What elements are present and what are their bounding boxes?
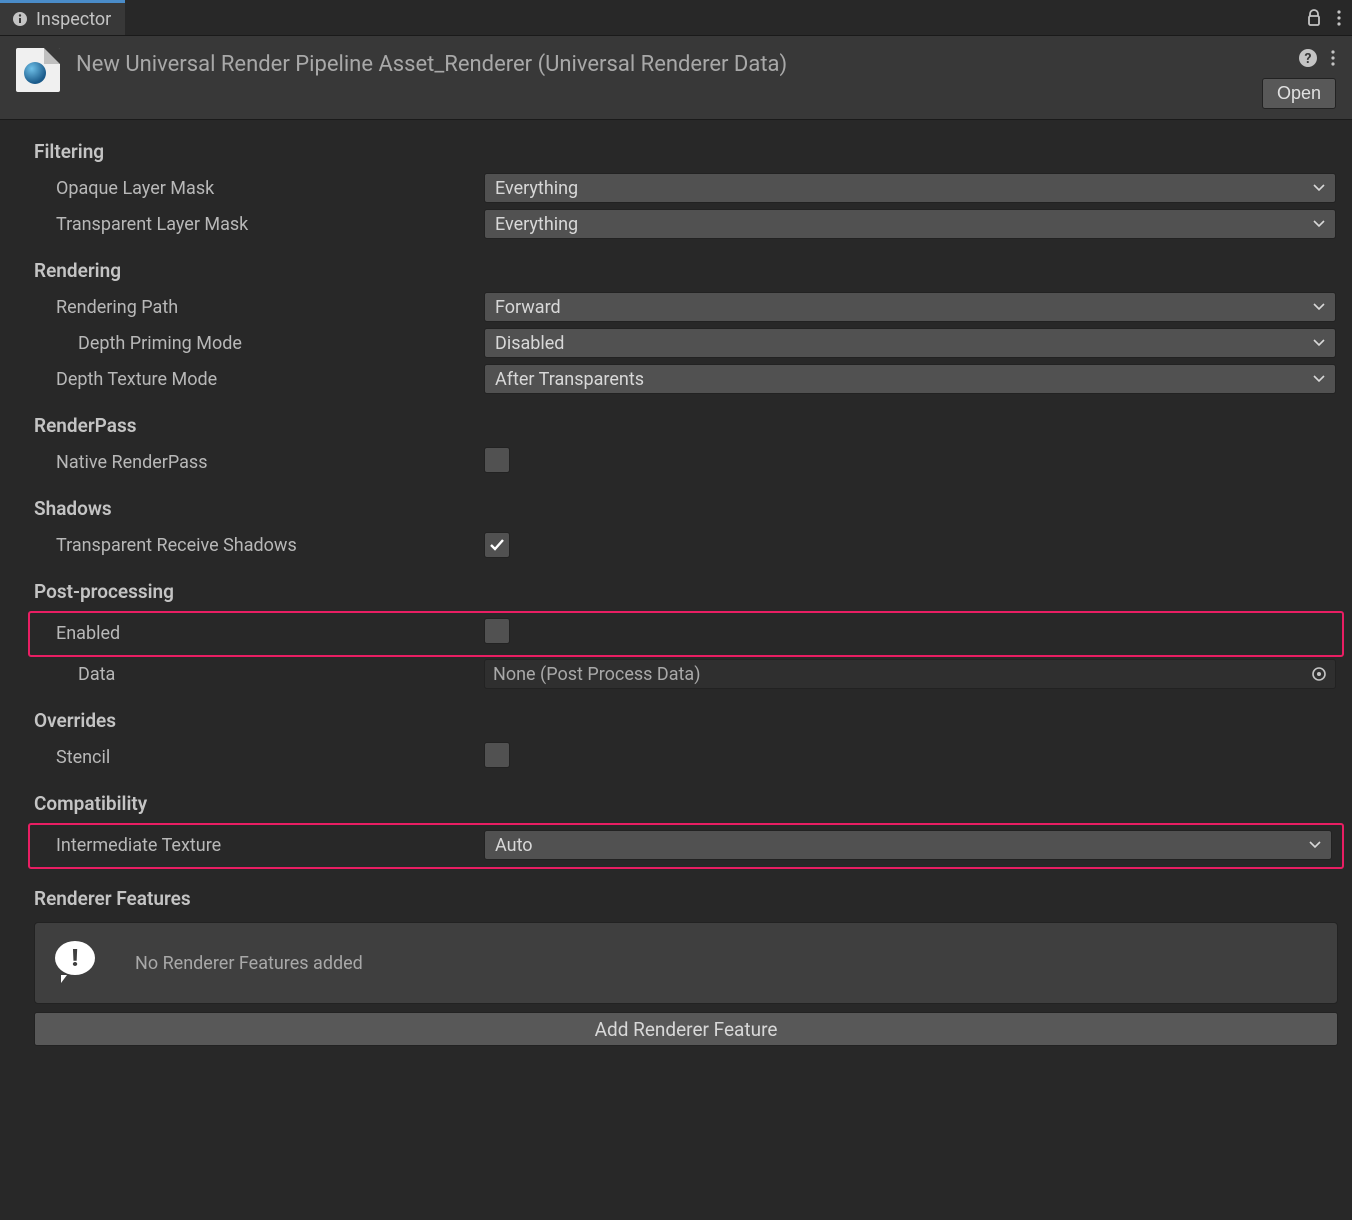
kebab-icon[interactable] — [1330, 49, 1336, 67]
label-rendering-path: Rendering Path — [34, 297, 484, 318]
tab-label: Inspector — [36, 9, 111, 30]
highlight-intermediate-texture: Intermediate Texture Auto — [28, 823, 1344, 869]
dropdown-value: Forward — [495, 297, 561, 318]
asset-header: New Universal Render Pipeline Asset_Rend… — [0, 36, 1352, 119]
objectfield-value: None (Post Process Data) — [493, 664, 700, 685]
info-icon — [12, 11, 28, 27]
section-post-processing: Post-processing — [34, 580, 1342, 603]
dropdown-opaque-layer-mask[interactable]: Everything — [484, 173, 1336, 203]
chevron-down-icon — [1313, 184, 1325, 192]
add-renderer-feature-button[interactable]: Add Renderer Feature — [34, 1012, 1338, 1046]
chevron-down-icon — [1313, 339, 1325, 347]
chevron-down-icon — [1313, 375, 1325, 383]
label-intermediate-texture: Intermediate Texture — [34, 835, 484, 856]
dropdown-value: Auto — [495, 835, 533, 856]
label-opaque-layer-mask: Opaque Layer Mask — [34, 178, 484, 199]
dropdown-value: After Transparents — [495, 369, 644, 390]
checkbox-pp-enabled[interactable] — [484, 618, 510, 644]
label-depth-texture-mode: Depth Texture Mode — [34, 369, 484, 390]
label-pp-data: Data — [34, 664, 484, 685]
section-renderer-features: Renderer Features — [34, 887, 1342, 910]
dropdown-value: Everything — [495, 178, 578, 199]
highlight-enabled: Enabled — [28, 611, 1344, 657]
checkbox-transparent-receive-shadows[interactable] — [484, 532, 510, 558]
dropdown-value: Disabled — [495, 333, 564, 354]
kebab-icon[interactable] — [1336, 9, 1342, 27]
label-stencil: Stencil — [34, 747, 484, 768]
features-empty-box: ! No Renderer Features added — [34, 922, 1338, 1004]
label-transparent-receive-shadows: Transparent Receive Shadows — [34, 535, 484, 556]
section-shadows: Shadows — [34, 497, 1342, 520]
dropdown-transparent-layer-mask[interactable]: Everything — [484, 209, 1336, 239]
label-transparent-layer-mask: Transparent Layer Mask — [34, 214, 484, 235]
dropdown-depth-texture-mode[interactable]: After Transparents — [484, 364, 1336, 394]
inspector-body: Filtering Opaque Layer Mask Everything T… — [0, 120, 1352, 1060]
asset-title: New Universal Render Pipeline Asset_Rend… — [76, 48, 1246, 77]
section-renderpass: RenderPass — [34, 414, 1342, 437]
section-rendering: Rendering — [34, 259, 1342, 282]
open-button[interactable]: Open — [1262, 78, 1336, 109]
label-pp-enabled: Enabled — [34, 623, 484, 644]
chevron-down-icon — [1313, 303, 1325, 311]
label-native-renderpass: Native RenderPass — [34, 452, 484, 473]
dropdown-depth-priming-mode[interactable]: Disabled — [484, 328, 1336, 358]
section-overrides: Overrides — [34, 709, 1342, 732]
svg-text:?: ? — [1305, 51, 1312, 67]
help-icon[interactable]: ? — [1298, 48, 1318, 68]
label-depth-priming-mode: Depth Priming Mode — [34, 333, 484, 354]
lock-icon[interactable] — [1306, 9, 1322, 27]
object-picker-icon[interactable] — [1311, 666, 1327, 682]
asset-type-icon — [16, 48, 60, 92]
objectfield-pp-data[interactable]: None (Post Process Data) — [484, 659, 1336, 689]
info-bubble-icon: ! — [55, 941, 99, 985]
tab-inspector[interactable]: Inspector — [0, 0, 125, 35]
section-filtering: Filtering — [34, 140, 1342, 163]
chevron-down-icon — [1313, 220, 1325, 228]
chevron-down-icon — [1309, 841, 1321, 849]
dropdown-rendering-path[interactable]: Forward — [484, 292, 1336, 322]
features-empty-text: No Renderer Features added — [135, 953, 363, 974]
checkbox-native-renderpass[interactable] — [484, 447, 510, 473]
tab-bar: Inspector — [0, 0, 1352, 36]
dropdown-intermediate-texture[interactable]: Auto — [484, 830, 1332, 860]
dropdown-value: Everything — [495, 214, 578, 235]
checkbox-stencil[interactable] — [484, 742, 510, 768]
section-compatibility: Compatibility — [34, 792, 1342, 815]
